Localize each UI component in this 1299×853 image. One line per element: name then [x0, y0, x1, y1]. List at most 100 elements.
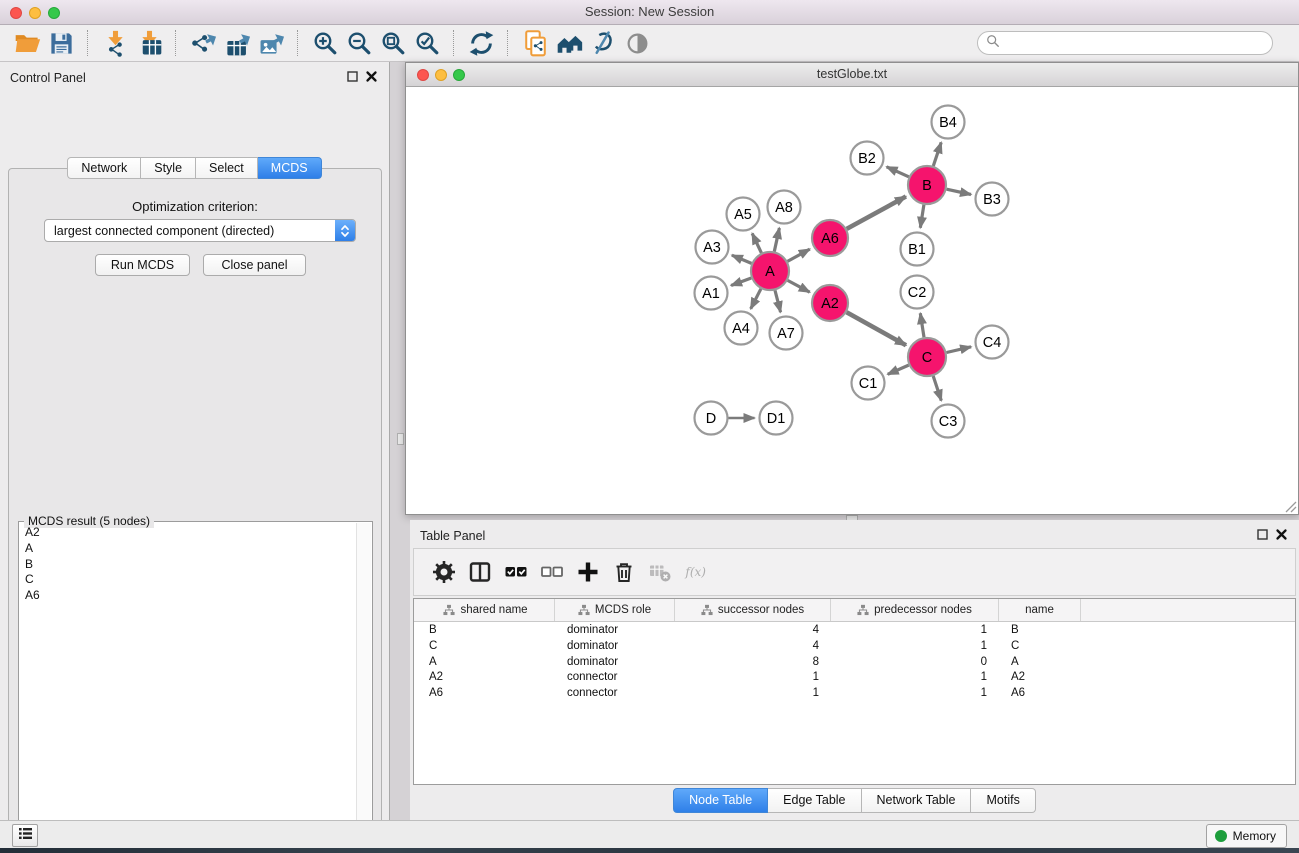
cell-predecessor-nodes[interactable]: 1: [831, 670, 999, 686]
cell-predecessor-nodes[interactable]: 1: [831, 623, 999, 639]
zoom-in-button[interactable]: [308, 28, 342, 58]
zoom-fit-button[interactable]: [376, 28, 410, 58]
toggle-graphics-button[interactable]: [586, 28, 620, 58]
edge-B-B2[interactable]: [887, 167, 909, 177]
import-network-button[interactable]: [98, 28, 132, 58]
node-C3[interactable]: C3: [932, 405, 965, 438]
optimization-criterion-dropdown[interactable]: largest connected component (directed): [44, 219, 356, 242]
export-image-button[interactable]: [254, 28, 288, 58]
node-C1[interactable]: C1: [852, 367, 885, 400]
float-panel-icon[interactable]: [346, 70, 359, 83]
node-C[interactable]: C: [908, 338, 946, 376]
mcds-result-item[interactable]: A6: [20, 588, 357, 604]
mcds-result-item[interactable]: A: [20, 541, 357, 557]
node-B1[interactable]: B1: [901, 233, 934, 266]
function-button[interactable]: f(x): [678, 554, 714, 590]
table-row[interactable]: Adominator80A: [414, 655, 1295, 671]
deselect-all-button[interactable]: [534, 554, 570, 590]
node-A1[interactable]: A1: [695, 277, 728, 310]
cell-MCDS-role[interactable]: dominator: [555, 623, 675, 639]
import-table-button[interactable]: [132, 28, 166, 58]
column-header-predecessor-nodes[interactable]: predecessor nodes: [831, 599, 999, 621]
tab-motifs[interactable]: Motifs: [971, 788, 1035, 813]
cell-successor-nodes[interactable]: 1: [675, 686, 831, 702]
mcds-result-list[interactable]: A2ABCA6: [20, 525, 357, 851]
cell-shared-name[interactable]: A6: [417, 686, 555, 702]
mcds-result-item[interactable]: C: [20, 572, 357, 588]
task-history-button[interactable]: [12, 824, 38, 847]
edge-A-A7[interactable]: [775, 290, 781, 312]
tab-edge-table[interactable]: Edge Table: [768, 788, 861, 813]
search-input[interactable]: [1000, 35, 1264, 51]
cell-shared-name[interactable]: A: [417, 655, 555, 671]
cell-MCDS-role[interactable]: dominator: [555, 655, 675, 671]
table-row[interactable]: A2connector11A2: [414, 670, 1295, 686]
node-A3[interactable]: A3: [696, 231, 729, 264]
show-hide-button[interactable]: [620, 28, 654, 58]
export-network-button[interactable]: [186, 28, 220, 58]
cell-shared-name[interactable]: A2: [417, 670, 555, 686]
tab-style[interactable]: Style: [141, 157, 196, 179]
node-A6[interactable]: A6: [812, 220, 848, 256]
node-B4[interactable]: B4: [932, 106, 965, 139]
table-row[interactable]: Bdominator41B: [414, 623, 1295, 639]
cell-successor-nodes[interactable]: 4: [675, 623, 831, 639]
edge-C-C4[interactable]: [947, 347, 972, 353]
network-graph[interactable]: B4B2BB3A5A8A6B1A3AA1C2A2A4A7C4CC1C3DD1: [406, 87, 1298, 514]
node-B[interactable]: B: [908, 166, 946, 204]
network-canvas[interactable]: B4B2BB3A5A8A6B1A3AA1C2A2A4A7C4CC1C3DD1: [406, 87, 1298, 514]
tab-network-table[interactable]: Network Table: [862, 788, 972, 813]
cell-predecessor-nodes[interactable]: 1: [831, 686, 999, 702]
add-button[interactable]: [570, 554, 606, 590]
edge-A2-C[interactable]: [847, 312, 906, 345]
node-A7[interactable]: A7: [770, 317, 803, 350]
select-all-button[interactable]: [498, 554, 534, 590]
column-header-successor-nodes[interactable]: successor nodes: [675, 599, 831, 621]
edge-A-A8[interactable]: [774, 228, 779, 252]
memory-button[interactable]: Memory: [1206, 824, 1287, 848]
export-table-button[interactable]: [220, 28, 254, 58]
node-C4[interactable]: C4: [976, 326, 1009, 359]
node-A[interactable]: A: [751, 252, 789, 290]
edge-B-B1[interactable]: [920, 205, 924, 228]
edge-A-A5[interactable]: [752, 233, 761, 253]
edge-A-A3[interactable]: [732, 255, 752, 263]
edge-B-B4[interactable]: [933, 142, 941, 166]
cell-predecessor-nodes[interactable]: 1: [831, 639, 999, 655]
edge-C-C3[interactable]: [933, 376, 941, 401]
cell-shared-name[interactable]: C: [417, 639, 555, 655]
cell-MCDS-role[interactable]: connector: [555, 670, 675, 686]
node-B3[interactable]: B3: [976, 183, 1009, 216]
column-header-shared-name[interactable]: shared name: [417, 599, 555, 621]
columns-button[interactable]: [462, 554, 498, 590]
table-close-panel-icon[interactable]: [1275, 528, 1288, 541]
mcds-result-item[interactable]: B: [20, 557, 357, 573]
refresh-button[interactable]: [464, 28, 498, 58]
new-network-from-selection-button[interactable]: [518, 28, 552, 58]
save-session-button[interactable]: [44, 28, 78, 58]
node-C2[interactable]: C2: [901, 276, 934, 309]
run-mcds-button[interactable]: Run MCDS: [95, 254, 190, 276]
search-field[interactable]: [977, 31, 1273, 55]
cell-predecessor-nodes[interactable]: 0: [831, 655, 999, 671]
zoom-selected-button[interactable]: [410, 28, 444, 58]
edge-A-A6[interactable]: [788, 249, 810, 261]
cell-MCDS-role[interactable]: dominator: [555, 639, 675, 655]
column-header-MCDS-role[interactable]: MCDS role: [555, 599, 675, 621]
gear-button[interactable]: [426, 554, 462, 590]
resize-grip-icon[interactable]: [1283, 499, 1297, 513]
edge-C-C1[interactable]: [888, 365, 909, 374]
table-row[interactable]: Cdominator41C: [414, 639, 1295, 655]
delete-button[interactable]: [606, 554, 642, 590]
column-header-name[interactable]: name: [999, 599, 1081, 621]
tab-select[interactable]: Select: [196, 157, 258, 179]
edge-B-B3[interactable]: [947, 189, 971, 194]
cell-successor-nodes[interactable]: 1: [675, 670, 831, 686]
cell-successor-nodes[interactable]: 4: [675, 639, 831, 655]
mcds-result-scrollbar[interactable]: [356, 523, 371, 851]
table-row[interactable]: A6connector11A6: [414, 686, 1295, 702]
close-panel-button[interactable]: Close panel: [203, 254, 306, 276]
tab-mcds[interactable]: MCDS: [258, 157, 322, 179]
delete-table-button[interactable]: [642, 554, 678, 590]
first-neighbors-button[interactable]: [552, 28, 586, 58]
